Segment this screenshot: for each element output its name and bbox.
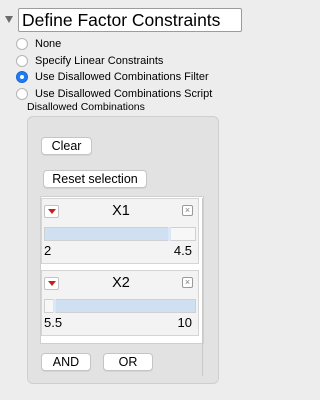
slider-selected-range — [52, 300, 195, 312]
range-slider[interactable] — [44, 227, 196, 241]
radio-label: Use Disallowed Combinations Filter — [35, 71, 209, 83]
radio-button-selected[interactable] — [16, 71, 28, 83]
close-icon[interactable]: × — [182, 205, 193, 216]
factor-constraints-window: Define Factor Constraints None Specify L… — [0, 0, 246, 400]
range-slider[interactable] — [44, 299, 196, 313]
radio-label: Specify Linear Constraints — [35, 55, 164, 67]
slider-max-value[interactable]: 4.5 — [174, 243, 192, 259]
slider-handle[interactable] — [168, 227, 171, 241]
factor-card-x1: X1 × 2 4.5 — [41, 198, 199, 264]
slider-max-value[interactable]: 10 — [178, 315, 192, 331]
reset-selection-button[interactable]: Reset selection — [43, 170, 147, 188]
or-button[interactable]: OR — [103, 353, 153, 371]
radio-button[interactable] — [16, 38, 28, 50]
radio-button[interactable] — [16, 88, 28, 100]
radio-button[interactable] — [16, 55, 28, 67]
title-box: Define Factor Constraints — [18, 8, 242, 32]
page-title: Define Factor Constraints — [22, 10, 221, 30]
slider-min-value[interactable]: 5.5 — [44, 315, 62, 331]
factor-name: X2 — [112, 275, 130, 291]
clear-button[interactable]: Clear — [41, 137, 92, 155]
slider-min-value[interactable]: 2 — [44, 243, 51, 259]
slider-selected-range — [45, 228, 168, 240]
close-icon[interactable]: × — [182, 277, 193, 288]
section-label: Disallowed Combinations — [27, 101, 145, 113]
slider-handle[interactable] — [52, 299, 56, 313]
header: Define Factor Constraints — [0, 6, 246, 34]
and-button[interactable]: AND — [41, 353, 91, 371]
factor-name: X1 — [112, 203, 130, 219]
disclosure-triangle-icon[interactable] — [5, 16, 13, 23]
radio-label: None — [35, 38, 62, 50]
factor-card-x2: X2 × 5.5 10 — [41, 270, 199, 336]
scroll-divider — [202, 198, 203, 376]
